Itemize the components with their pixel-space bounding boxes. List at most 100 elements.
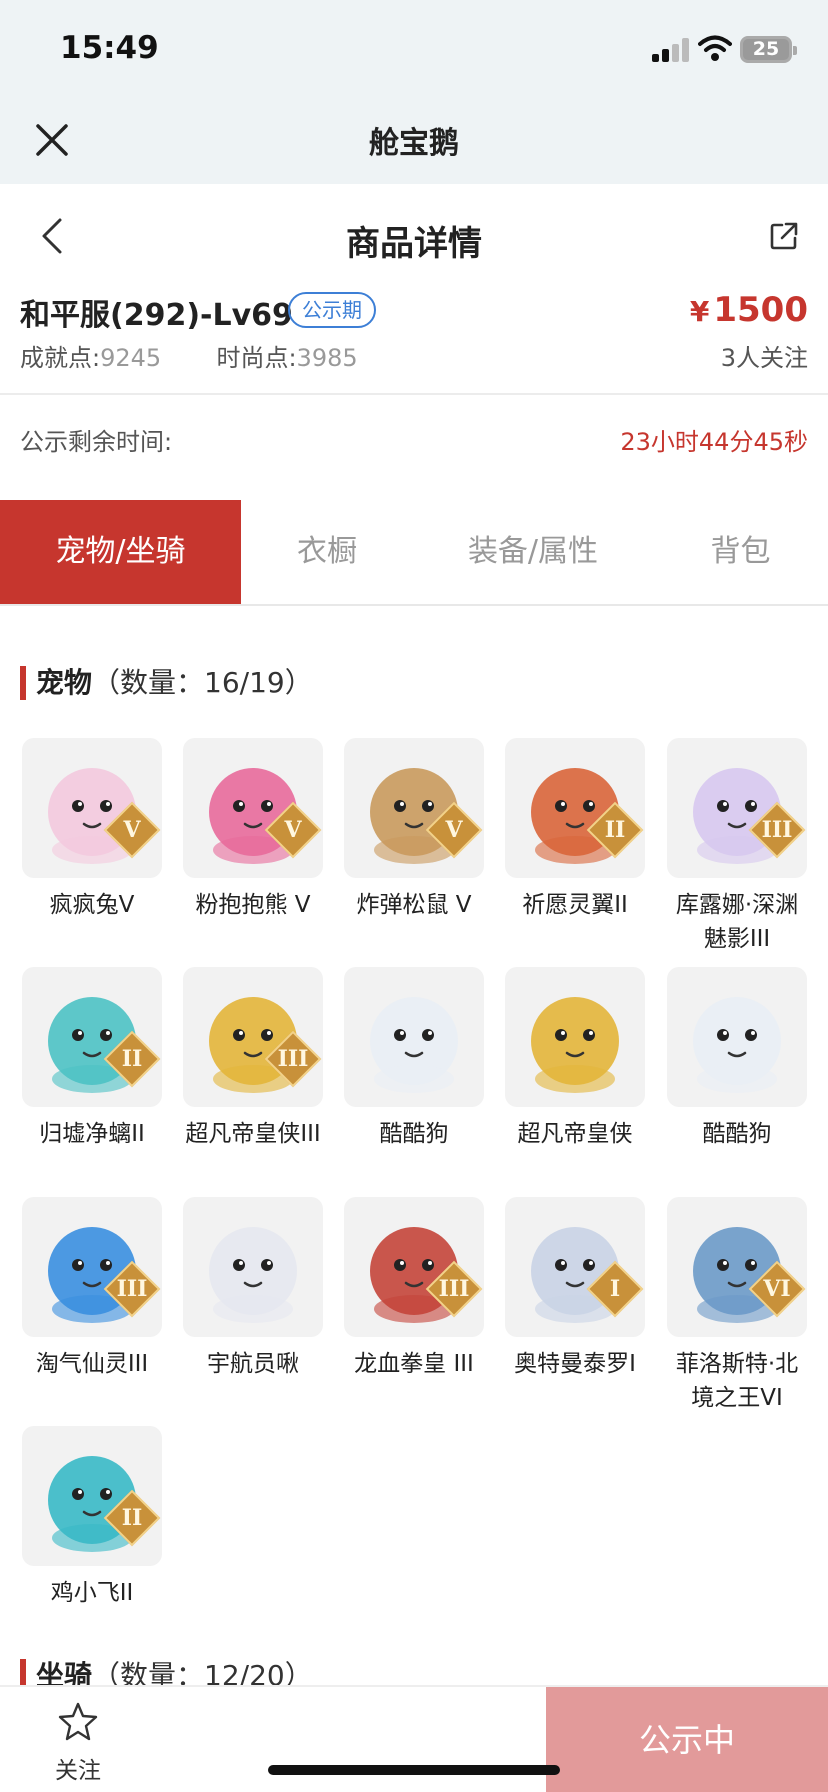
fashion-label: 时尚点:	[216, 344, 297, 372]
status-badge: 公示期	[288, 292, 376, 328]
pet-thumbnail: V	[183, 738, 323, 878]
status-time: 15:49	[60, 30, 159, 66]
pet-name: 宇航员啾	[207, 1351, 299, 1377]
rank-badge-text: V	[123, 817, 141, 843]
pet-name: 库露娜·深渊魅影III	[675, 892, 799, 952]
pet-card[interactable]: V 粉抱抱熊 V	[183, 738, 323, 922]
remaining-time-label: 公示剩余时间:	[20, 428, 173, 456]
rank-badge-text: II	[604, 817, 626, 843]
app-title: 舱宝鹅	[369, 126, 459, 161]
app-header: 15:49 25 舱宝鹅	[0, 0, 828, 184]
pet-card[interactable]: V 疯疯兔V	[22, 738, 162, 922]
divider	[0, 393, 828, 395]
pet-thumbnail: II	[22, 1426, 162, 1566]
nav-bar: 商品详情	[0, 184, 828, 284]
achievement-label: 成就点:	[20, 344, 101, 372]
pet-name: 奥特曼泰罗I	[514, 1351, 636, 1377]
tab-wardrobe[interactable]: 衣橱	[241, 500, 413, 604]
pet-thumbnail: III	[22, 1197, 162, 1337]
follow-button[interactable]: 关注	[40, 1699, 116, 1785]
wifi-icon	[698, 35, 732, 61]
rank-badge-text: III	[116, 1276, 148, 1302]
follow-label: 关注	[55, 1758, 101, 1784]
pet-name: 菲洛斯特·北境之王VI	[675, 1351, 799, 1411]
rank-badge-text: III	[438, 1276, 470, 1302]
pet-thumbnail: II	[22, 967, 162, 1107]
rank-badge-text: II	[121, 1505, 143, 1531]
tab-backpack[interactable]: 背包	[653, 500, 828, 604]
pet-card[interactable]: VI 菲洛斯特·北境之王VI	[667, 1197, 807, 1415]
pet-image	[693, 997, 781, 1093]
currency-symbol: ¥	[689, 295, 710, 328]
pet-name: 祈愿灵翼II	[522, 892, 628, 918]
pet-card[interactable]: III 龙血拳皇 III	[344, 1197, 484, 1381]
pet-thumbnail: V	[22, 738, 162, 878]
pet-name: 酷酷狗	[702, 1121, 772, 1147]
pet-card[interactable]: II 祈愿灵翼II	[505, 738, 645, 922]
rank-badge-text: II	[121, 1046, 143, 1072]
tab-pets-mounts[interactable]: 宠物/坐骑	[0, 500, 241, 604]
rank-badge-text: III	[761, 817, 793, 843]
achievement-value: 9245	[100, 344, 162, 372]
tab-bar: 宠物/坐骑 衣橱 装备/属性 背包	[0, 500, 828, 606]
pet-card[interactable]: II 鸡小飞II	[22, 1426, 162, 1610]
pet-name: 炸弹松鼠 V	[356, 892, 472, 918]
pet-thumbnail: III	[344, 1197, 484, 1337]
pet-card[interactable]: 超凡帝皇侠	[505, 967, 645, 1151]
pet-thumbnail: VI	[667, 1197, 807, 1337]
pet-name: 淘气仙灵III	[35, 1351, 149, 1377]
pet-card[interactable]: I 奥特曼泰罗I	[505, 1197, 645, 1381]
pet-thumbnail: II	[505, 738, 645, 878]
pets-section-title: 宠物	[36, 666, 93, 699]
pet-thumbnail: III	[183, 967, 323, 1107]
rank-badge-text: I	[609, 1276, 621, 1302]
pet-card[interactable]: 酷酷狗	[667, 967, 807, 1151]
pet-card[interactable]: III 超凡帝皇侠III	[183, 967, 323, 1151]
pet-card[interactable]: 酷酷狗	[344, 967, 484, 1151]
share-button[interactable]	[768, 220, 800, 252]
pet-name: 粉抱抱熊 V	[195, 892, 311, 918]
pet-name: 疯疯兔V	[49, 892, 135, 918]
bottom-bar: 关注 公示中	[0, 1685, 828, 1792]
rank-badge-text: V	[445, 817, 463, 843]
pet-thumbnail	[505, 967, 645, 1107]
pet-thumbnail	[183, 1197, 323, 1337]
follower-count: 3人关注	[720, 344, 808, 372]
pet-thumbnail: V	[344, 738, 484, 878]
pet-thumbnail	[667, 967, 807, 1107]
pet-card[interactable]: V 炸弹松鼠 V	[344, 738, 484, 922]
battery-icon: 25	[740, 36, 797, 63]
pet-card[interactable]: 宇航员啾	[183, 1197, 323, 1381]
publicity-status-button[interactable]: 公示中	[546, 1687, 828, 1792]
pet-image	[370, 997, 458, 1093]
pet-name: 鸡小飞II	[50, 1580, 134, 1606]
pet-card[interactable]: II 归墟净螭II	[22, 967, 162, 1151]
pets-section-count: （数量：16/19）	[92, 666, 313, 699]
pet-name: 超凡帝皇侠	[517, 1121, 633, 1147]
tab-equipment-attributes[interactable]: 装备/属性	[413, 500, 653, 604]
pets-section-header: 宠物（数量：16/19）	[20, 666, 313, 700]
pet-card[interactable]: III 淘气仙灵III	[22, 1197, 162, 1381]
page-title: 商品详情	[346, 224, 482, 264]
pet-name: 龙血拳皇 III	[354, 1351, 474, 1377]
home-indicator	[268, 1765, 560, 1775]
pet-thumbnail	[344, 967, 484, 1107]
signal-icon	[652, 38, 690, 62]
star-icon	[58, 1702, 98, 1741]
rank-badge-text: V	[284, 817, 302, 843]
remaining-time-value: 23小时44分45秒	[620, 428, 808, 456]
pet-name: 酷酷狗	[379, 1121, 449, 1147]
price: ¥1500	[690, 290, 808, 330]
price-value: 1500	[713, 290, 808, 330]
rank-badge-text: VI	[763, 1276, 791, 1302]
pet-image	[531, 997, 619, 1093]
pet-thumbnail: I	[505, 1197, 645, 1337]
rank-badge-text: III	[277, 1046, 309, 1072]
pet-name: 归墟净螭II	[39, 1121, 145, 1147]
pet-thumbnail: III	[667, 738, 807, 878]
server-title: 和平服(292)-Lv69	[20, 298, 293, 333]
pet-name: 超凡帝皇侠III	[185, 1121, 321, 1147]
stats-row: 成就点:9245 时尚点:3985	[20, 338, 358, 373]
pet-image	[209, 1227, 297, 1323]
pet-card[interactable]: III 库露娜·深渊魅影III	[667, 738, 807, 956]
